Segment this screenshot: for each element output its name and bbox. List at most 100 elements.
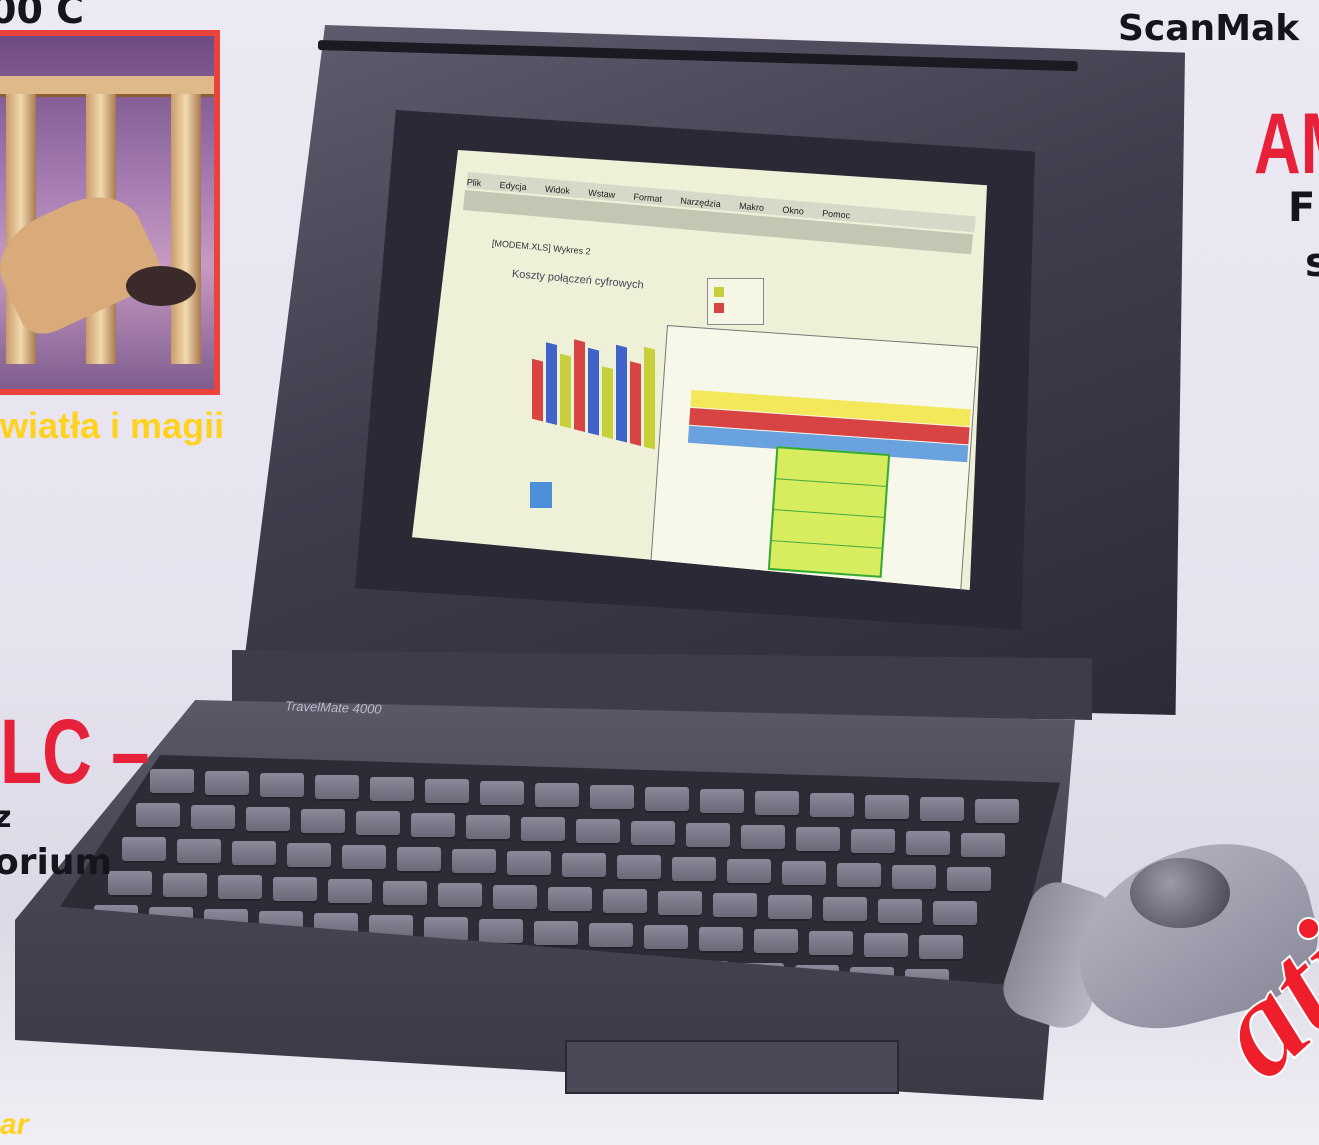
keyboard-key: [589, 923, 633, 947]
keyboard-key: [741, 825, 785, 849]
keyboard-key: [975, 799, 1019, 823]
pointer-icon: [530, 482, 552, 508]
keyboard-key: [590, 785, 634, 809]
keyboard-key: [301, 809, 345, 833]
keyboard-key: [370, 777, 414, 801]
keyboard-key: [809, 931, 853, 955]
keyboard-key: [452, 849, 496, 873]
keyboard-key: [947, 867, 991, 891]
keyboard-key: [864, 933, 908, 957]
keyboard-key: [328, 879, 372, 903]
keyboard-key: [108, 871, 152, 895]
keyboard-key: [645, 787, 689, 811]
keyboard-key: [246, 807, 290, 831]
keyboard-key: [383, 881, 427, 905]
menu-item: Format: [633, 191, 663, 205]
chart-legend: [707, 278, 764, 325]
floppy-drive: [565, 1040, 899, 1094]
keyboard-key: [644, 925, 688, 949]
keyboard-key: [878, 899, 922, 923]
keyboard-key: [205, 771, 249, 795]
keyboard-key: [136, 803, 180, 827]
trackball-ball: [1130, 858, 1230, 928]
cover-fragment-top-right: ScanMak: [1118, 8, 1300, 49]
keyboard-key: [837, 863, 881, 887]
keyboard-key: [851, 829, 895, 853]
menu-item: Pomoc: [821, 208, 851, 221]
keyboard-key: [521, 817, 565, 841]
menu-item: Widok: [544, 183, 571, 196]
menu-item: Okno: [781, 204, 805, 217]
keyboard-key: [315, 775, 359, 799]
menu-item: Narzędzia: [679, 195, 722, 210]
keyboard-key: [810, 793, 854, 817]
left-headline: LC –: [0, 701, 150, 803]
summary-box: [767, 446, 891, 578]
menu-item: Wstaw: [587, 187, 616, 200]
keyboard-key: [823, 897, 867, 921]
menu-item: Makro: [738, 200, 765, 213]
keyboard-key: [273, 877, 317, 901]
keyboard-key: [480, 781, 524, 805]
keyboard-key: [466, 815, 510, 839]
keyboard-key: [535, 783, 579, 807]
keyboard-key: [260, 773, 304, 797]
keyboard-key: [631, 821, 675, 845]
keyboard-key: [961, 833, 1005, 857]
cover-fragment-bottom-left: ar: [0, 1108, 29, 1141]
cover-fragment-top-left: 00 C: [0, 0, 84, 32]
keyboard-key: [727, 859, 771, 883]
keyboard-key: [122, 837, 166, 861]
keyboard-key: [397, 847, 441, 871]
keyboard-key: [562, 853, 606, 877]
keyboard-key: [796, 827, 840, 851]
keyboard-key: [177, 839, 221, 863]
thumb-caption: wiatła i magii: [0, 405, 225, 446]
keyboard-key: [906, 831, 950, 855]
keyboard-key: [686, 823, 730, 847]
left-subline-2: orium: [0, 842, 112, 883]
keyboard-key: [713, 893, 757, 917]
keyboard-key: [342, 845, 386, 869]
keyboard-key: [933, 901, 977, 925]
keyboard-key: [163, 873, 207, 897]
keyboard-key: [287, 843, 331, 867]
keyboard-key: [782, 861, 826, 885]
keyboard-key: [755, 791, 799, 815]
keyboard-key: [191, 805, 235, 829]
keyboard-key: [576, 819, 620, 843]
chart-3d-bars: [522, 306, 672, 453]
keyboard-key: [865, 795, 909, 819]
keyboard-key: [356, 811, 400, 835]
keyboard-key: [218, 875, 262, 899]
keyboard-key: [603, 889, 647, 913]
keyboard-key: [700, 789, 744, 813]
keyboard-key: [425, 779, 469, 803]
keyboard-key: [150, 769, 194, 793]
chart-title: Koszty połączeń cyfrowych: [511, 268, 645, 292]
keyboard-key: [534, 921, 578, 945]
keyboard-key: [232, 841, 276, 865]
keyboard-key: [768, 895, 812, 919]
keyboard-key: [754, 929, 798, 953]
keyboard-key: [919, 935, 963, 959]
menu-item: Edycja: [499, 179, 528, 193]
keyboard-key: [548, 887, 592, 911]
laptop-screen: Microsoft Excel Plik Edycja Widok Wstaw …: [412, 150, 987, 590]
keyboard-key: [479, 919, 523, 943]
keyboard-key: [672, 857, 716, 881]
keyboard-key: [658, 891, 702, 915]
right-subline-1: F: [1288, 185, 1316, 231]
keyboard-key: [699, 927, 743, 951]
left-subline-1: z: [0, 800, 12, 835]
keyboard-key: [617, 855, 661, 879]
cover-thumbnail-image: [0, 30, 220, 395]
menu-item: Plik: [466, 177, 482, 189]
keyboard-key: [411, 813, 455, 837]
keyboard-key: [892, 865, 936, 889]
right-subline-2: s: [1305, 240, 1319, 286]
keyboard-key: [438, 883, 482, 907]
keyboard-key: [493, 885, 537, 909]
right-headline: AM: [1254, 96, 1319, 192]
keyboard-key: [507, 851, 551, 875]
